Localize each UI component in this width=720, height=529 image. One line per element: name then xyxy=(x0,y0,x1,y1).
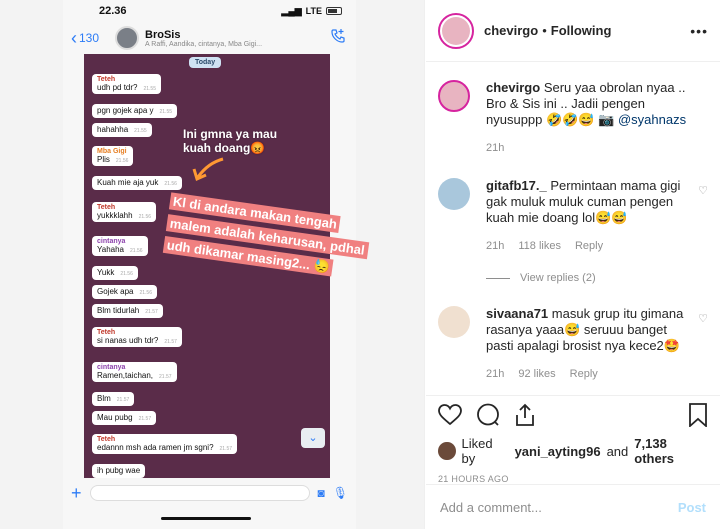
heart-icon[interactable]: ♡ xyxy=(698,312,708,325)
avatar xyxy=(442,16,470,45)
post-media[interactable]: 22.36 ▂▄▆ LTE ‹ 130 BroSis A Raffi, Aand… xyxy=(0,0,425,529)
battery-icon xyxy=(326,7,342,15)
arrow-icon xyxy=(192,157,224,182)
view-replies[interactable]: View replies (2) xyxy=(486,272,596,284)
add-call-icon xyxy=(330,28,346,47)
chat-bubble: Teteh edannn msh ada ramen jm sgni? 21.57 xyxy=(92,434,238,454)
chevron-left-icon: ‹ xyxy=(71,28,77,48)
caption-username[interactable]: chevirgo xyxy=(486,80,540,95)
scroll-down-icon: ⌄ xyxy=(301,428,325,448)
network-label: LTE xyxy=(305,6,322,16)
home-indicator xyxy=(161,517,251,520)
post-time: 21 HOURS AGO xyxy=(438,474,509,484)
camera-icon: ◙ xyxy=(317,486,325,500)
message-field xyxy=(89,485,310,501)
caption-mention[interactable]: @syahnazs xyxy=(618,112,686,127)
avatar[interactable] xyxy=(438,442,456,460)
post-username[interactable]: chevirgo xyxy=(484,23,538,38)
post-button[interactable]: Post xyxy=(678,500,706,515)
comment-username[interactable]: sivaana71 xyxy=(486,306,548,321)
date-chip: Today xyxy=(189,57,222,68)
avatar[interactable] xyxy=(438,306,470,338)
reply-button[interactable]: Reply xyxy=(575,238,603,254)
chat-bubble: Teteh si nanas udh tdr? 21.57 xyxy=(92,327,182,347)
overlay-note: Ini gmna ya mau kuah doang😡 xyxy=(183,127,278,155)
post-header: chevirgo • Following ••• xyxy=(426,0,720,62)
chat-bubble: Teteh udh pd tdr? 21.55 xyxy=(92,74,161,94)
bookmark-icon[interactable] xyxy=(688,402,708,432)
chat-bubble: hahahha 21.55 xyxy=(92,123,152,137)
post-actions: Liked by yani_ayting96 and 7,138 others … xyxy=(426,395,720,484)
comment-time: 21h xyxy=(486,368,505,380)
story-ring[interactable] xyxy=(438,12,474,49)
add-comment-bar: Add a comment... Post xyxy=(426,484,720,529)
comment-username[interactable]: gitafb17._ xyxy=(486,178,547,193)
group-name: BroSis xyxy=(145,28,181,41)
chat-bubble: ih pubg wae xyxy=(92,464,146,478)
avatar[interactable] xyxy=(438,178,470,210)
chat-bubble: cintanya Ramen,taichan, 21.57 xyxy=(92,362,177,382)
comment-likes[interactable]: 92 likes xyxy=(518,366,555,382)
phone-time: 22.36 xyxy=(99,5,127,17)
chat-bubble: Blm 21.57 xyxy=(92,392,135,406)
caption-time: 21h xyxy=(486,142,505,154)
back-button: ‹ 130 xyxy=(71,29,99,47)
avatar[interactable] xyxy=(438,80,470,112)
likes-count[interactable]: 7,138 others xyxy=(634,436,708,466)
post-panel: chevirgo • Following ••• chevirgo Seru y… xyxy=(426,0,720,529)
back-count: 130 xyxy=(79,31,100,45)
chat-bubble: Teteh yukkklahh 21.56 xyxy=(92,202,157,222)
chat-bubble: Gojek apa 21.56 xyxy=(92,285,157,299)
chat-bubble: Yukk 21.56 xyxy=(92,266,138,280)
comment-input[interactable]: Add a comment... xyxy=(440,500,542,515)
chat-bubble: Mau pubg 21.57 xyxy=(92,411,157,425)
group-members: A Raffi, Aandika, cintanya, Mba Gigi... xyxy=(145,40,263,48)
reply-button[interactable]: Reply xyxy=(570,366,598,382)
phone-status-bar: 22.36 ▂▄▆ LTE xyxy=(63,0,356,22)
plus-icon: + xyxy=(71,482,82,503)
like-icon[interactable] xyxy=(438,403,462,431)
more-options-icon[interactable]: ••• xyxy=(690,23,708,39)
chat-bubble: Mba Gigi Plis 21.56 xyxy=(92,146,134,166)
follow-status[interactable]: Following xyxy=(551,23,612,38)
chat-header: ‹ 130 BroSis A Raffi, Aandika, cintanya,… xyxy=(63,22,356,54)
comment-icon[interactable] xyxy=(476,403,500,432)
heart-icon[interactable]: ♡ xyxy=(698,184,708,197)
liked-by: Liked by yani_ayting96 and 7,138 others xyxy=(438,436,708,466)
share-icon[interactable] xyxy=(514,403,536,432)
comment-time: 21h xyxy=(486,240,505,252)
comment-likes[interactable]: 118 likes xyxy=(518,238,561,254)
microphone-icon: 🎙 xyxy=(332,486,348,500)
chat-bubble: cintanya Yahaha 21.56 xyxy=(92,236,148,256)
chat-bubble: Kuah mie aja yuk 21.56 xyxy=(92,176,182,190)
chat-bubble: pgn gojek apa y 21.55 xyxy=(92,104,178,118)
chat-bubble: Blm tidurlah 21.57 xyxy=(92,304,163,318)
chat-input-bar: + ◙ 🎙 xyxy=(63,478,356,508)
group-avatar xyxy=(115,26,140,50)
signal-icon: ▂▄▆ xyxy=(281,5,302,16)
liked-by-user[interactable]: yani_ayting96 xyxy=(515,444,601,459)
